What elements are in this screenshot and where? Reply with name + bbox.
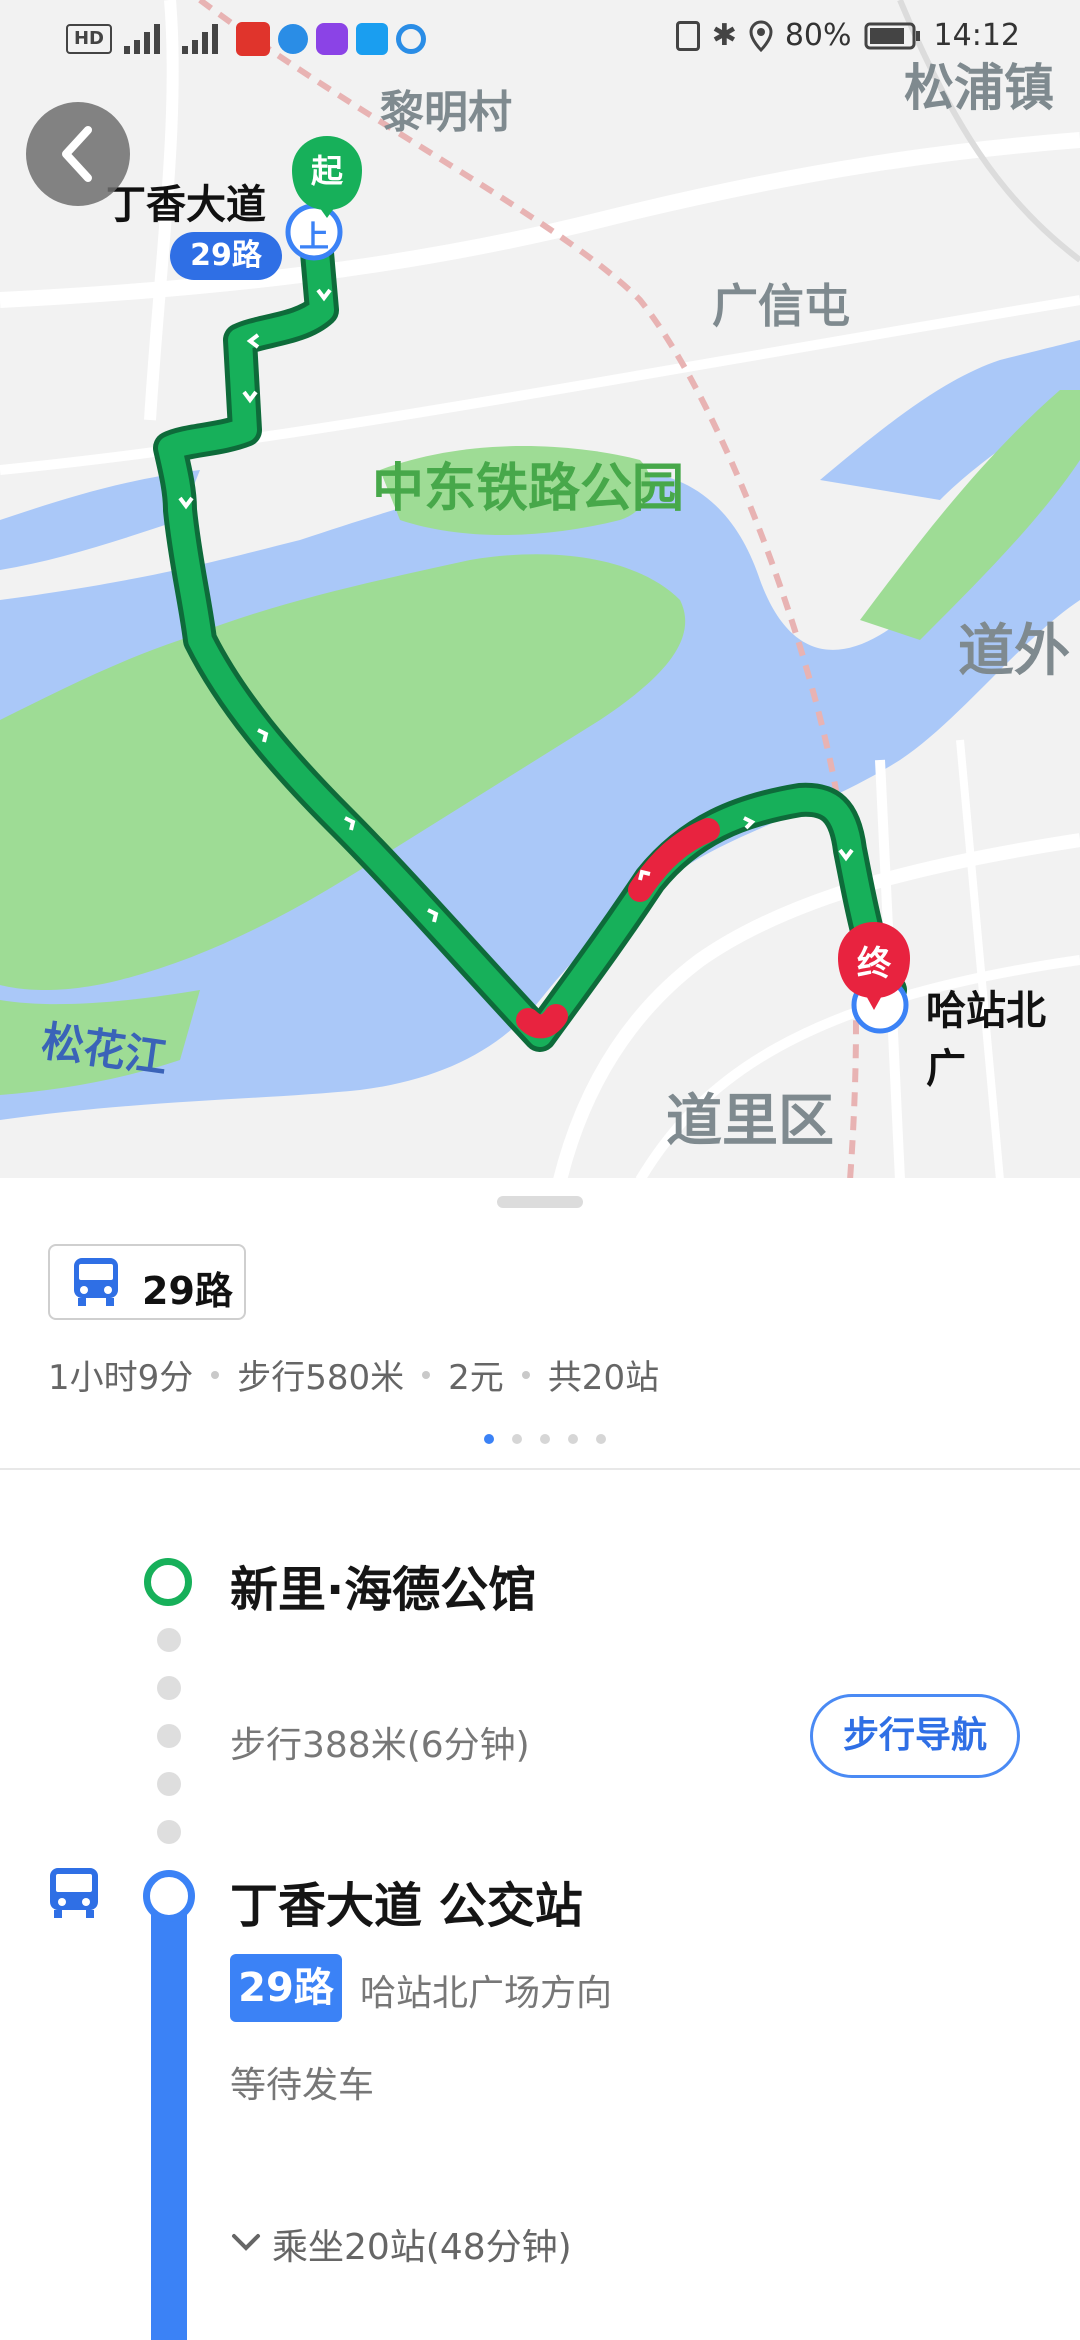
route-chip[interactable]: 29路: [48, 1244, 246, 1320]
walk-dot: [157, 1628, 181, 1652]
pager-dot-active[interactable]: [484, 1434, 494, 1444]
line-badge[interactable]: 29路: [230, 1954, 342, 2022]
hd-icon: HD: [66, 24, 112, 54]
alipay-icon: [356, 23, 388, 55]
origin-name: 新里·海德公馆: [230, 1562, 537, 1618]
signal-4g-icon: [124, 24, 160, 54]
route-chip-label: 29路: [142, 1269, 233, 1313]
start-marker-label: 起: [310, 152, 343, 190]
walk-distance: 步行388米(6分钟): [230, 1725, 530, 1766]
chevron-left-icon: [62, 126, 92, 182]
summary-walk: 步行580米: [237, 1358, 405, 1398]
map-label-guangxin: 广信屯: [712, 279, 850, 333]
app-icon: [278, 24, 308, 54]
walk-dot: [157, 1772, 181, 1796]
chevron-down-icon[interactable]: [228, 2224, 264, 2260]
pager-dot[interactable]: [596, 1434, 606, 1444]
map-label-park: 中东铁路公园: [372, 459, 685, 519]
bluetooth-icon: ✱: [711, 18, 737, 53]
pager-dot[interactable]: [568, 1434, 578, 1444]
video-app-icon: [316, 23, 348, 55]
summary-stops: 共20站: [547, 1358, 660, 1398]
board-marker-label: 上: [299, 220, 329, 255]
end-stop-label[interactable]: 哈站北广: [926, 978, 1080, 1094]
pager-dot[interactable]: [512, 1434, 522, 1444]
map-label-daoli: 道里区: [666, 1089, 834, 1154]
stop-circle-icon: [143, 1870, 195, 1922]
separator-dot: [521, 1370, 530, 1379]
signal-4g-icon: [182, 24, 218, 54]
start-route-badge[interactable]: 29路: [170, 232, 282, 280]
bus-icon: [74, 1258, 118, 1306]
route-summary: 1小时9分 步行580米 2元 共20站: [48, 1350, 659, 1399]
sheet-divider: [0, 1468, 1080, 1470]
ride-stops-toggle[interactable]: 乘坐20站(48分钟): [272, 2218, 572, 2270]
map-view[interactable]: 黎明村 松浦镇 广信屯 中东铁路公园 道外 松花江 道里区 丁香大道 29路 起…: [0, 0, 1080, 1180]
board-stop-name: 丁香大道 公交站: [230, 1878, 583, 1934]
status-bar: HD ✱ 80% 14:12: [0, 14, 1080, 74]
wait-status: 等待发车: [230, 2065, 375, 2106]
end-marker-label: 终: [857, 944, 891, 984]
walk-navigation-button[interactable]: 步行导航: [810, 1694, 1020, 1778]
plan-pager[interactable]: [484, 1434, 606, 1444]
battery-icon: [864, 22, 920, 49]
origin-circle-icon: [144, 1558, 192, 1606]
mic-icon: [236, 22, 270, 56]
location-icon: [749, 19, 773, 52]
summary-duration: 1小时9分: [48, 1358, 194, 1398]
line-direction: 哈站北广场方向: [360, 1973, 613, 2014]
walk-dot: [157, 1820, 181, 1844]
status-time: 14:12: [933, 18, 1020, 53]
pager-dot[interactable]: [540, 1434, 550, 1444]
search-app-icon: [396, 24, 426, 54]
separator-dot: [211, 1370, 220, 1379]
map-label-liming: 黎明村: [380, 87, 512, 138]
walk-dot: [157, 1724, 181, 1748]
map-label-daowai: 道外: [958, 619, 1070, 684]
nfc-icon: [675, 20, 700, 51]
sheet-drag-handle[interactable]: [497, 1196, 583, 1208]
start-stop-label[interactable]: 丁香大道: [106, 172, 266, 230]
summary-fare: 2元: [448, 1358, 504, 1398]
walk-dot: [157, 1676, 181, 1700]
separator-dot: [422, 1370, 431, 1379]
route-line-bar: [151, 1890, 187, 2340]
back-button[interactable]: [26, 102, 130, 206]
status-right: ✱ 80% 14:12: [675, 18, 1020, 53]
status-left-icons: HD: [66, 22, 426, 56]
battery-percent: 80%: [784, 18, 852, 53]
bus-icon: [50, 1868, 98, 1918]
